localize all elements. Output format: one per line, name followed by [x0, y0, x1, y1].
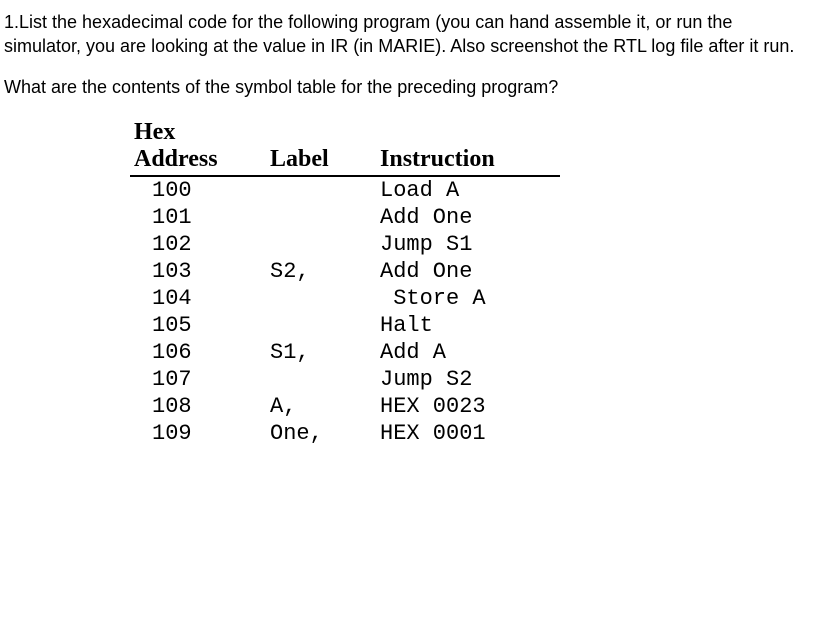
header-address-line2: Address	[134, 146, 218, 172]
cell-instruction: Jump S2	[380, 366, 560, 393]
table-row: 106 S1, Add A	[130, 339, 560, 366]
table-row: 105 Halt	[130, 312, 560, 339]
cell-instruction: Store A	[380, 285, 560, 312]
question-block: 1.List the hexadecimal code for the foll…	[4, 10, 805, 99]
table-row: 107 Jump S2	[130, 366, 560, 393]
cell-label	[270, 176, 380, 204]
table-row: 108 A, HEX 0023	[130, 393, 560, 420]
cell-instruction: HEX 0001	[380, 420, 560, 447]
table-row: 102 Jump S1	[130, 231, 560, 258]
cell-address: 105	[130, 312, 270, 339]
cell-label: S2,	[270, 258, 380, 285]
cell-address: 103	[130, 258, 270, 285]
table-row: 109 One, HEX 0001	[130, 420, 560, 447]
question-paragraph-1: 1.List the hexadecimal code for the foll…	[4, 10, 805, 59]
cell-instruction: Add One	[380, 258, 560, 285]
cell-instruction: Jump S1	[380, 231, 560, 258]
cell-address: 100	[130, 176, 270, 204]
cell-label	[270, 204, 380, 231]
cell-address: 108	[130, 393, 270, 420]
cell-label	[270, 366, 380, 393]
table-row: 103 S2, Add One	[130, 258, 560, 285]
table-row: 104 Store A	[130, 285, 560, 312]
cell-instruction: Load A	[380, 176, 560, 204]
cell-address: 102	[130, 231, 270, 258]
cell-instruction: Halt	[380, 312, 560, 339]
cell-label: One,	[270, 420, 380, 447]
cell-label	[270, 285, 380, 312]
cell-label: A,	[270, 393, 380, 420]
header-address: Hex Address	[130, 119, 270, 176]
cell-instruction: HEX 0023	[380, 393, 560, 420]
header-label: Label	[270, 119, 380, 176]
cell-instruction: Add One	[380, 204, 560, 231]
table-row: 100 Load A	[130, 176, 560, 204]
header-instruction: Instruction	[380, 119, 560, 176]
cell-address: 104	[130, 285, 270, 312]
cell-label	[270, 231, 380, 258]
cell-address: 109	[130, 420, 270, 447]
cell-label	[270, 312, 380, 339]
table-row: 101 Add One	[130, 204, 560, 231]
cell-instruction: Add A	[380, 339, 560, 366]
cell-address: 107	[130, 366, 270, 393]
cell-address: 101	[130, 204, 270, 231]
cell-label: S1,	[270, 339, 380, 366]
program-table: Hex Address Label Instruction 100 Load A…	[130, 119, 560, 447]
header-address-line1: Hex	[134, 119, 175, 145]
cell-address: 106	[130, 339, 270, 366]
question-paragraph-2: What are the contents of the symbol tabl…	[4, 75, 805, 99]
